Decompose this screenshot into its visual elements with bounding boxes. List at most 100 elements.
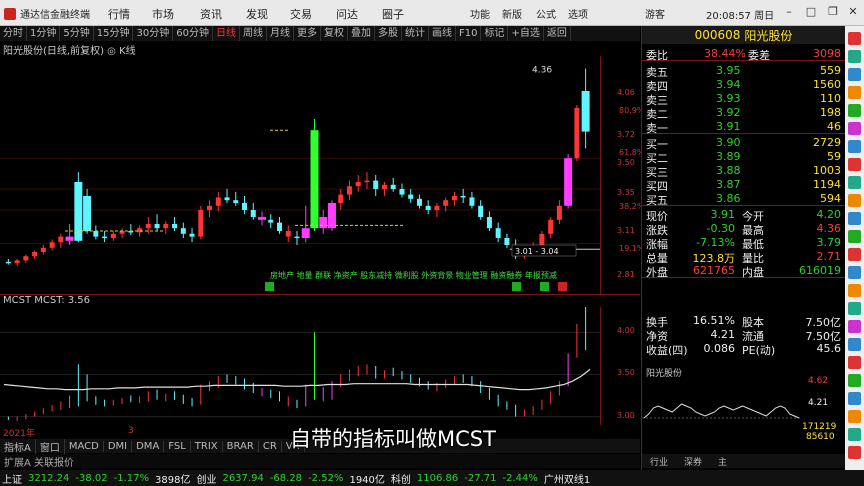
toolbar-item-3[interactable]: 15分钟 <box>94 26 134 41</box>
book-row[interactable]: 卖三 3.93 110 <box>642 92 845 107</box>
side-tool-icon[interactable] <box>848 32 861 45</box>
toolbar-item-6[interactable]: 日线 <box>213 26 240 41</box>
book-row[interactable]: 卖一 3.91 46 <box>642 120 845 135</box>
side-tool-icon[interactable] <box>848 212 861 225</box>
toolbar-item-4[interactable]: 30分钟 <box>133 26 174 41</box>
extension-bar[interactable]: 扩展A 关联报价 <box>0 454 640 469</box>
book-row[interactable]: 买五 3.86 594 <box>642 192 845 207</box>
quote-panel: 000608 阳光股份 委比 38.44% 委差 3098 阳光股份 4.62 … <box>641 26 845 470</box>
toolbar-item-8[interactable]: 月线 <box>267 26 294 41</box>
indicator-tab-2[interactable]: MACD <box>65 440 104 452</box>
side-tool-icon[interactable] <box>848 50 861 63</box>
menu-5[interactable]: 问达 <box>336 6 358 22</box>
signal-marker[interactable] <box>540 282 549 291</box>
side-tool-icon[interactable] <box>848 302 861 315</box>
right-tab-2[interactable]: 主 <box>710 454 735 468</box>
chart-header: 阳光股份(日线,前复权) ◎ K线 <box>3 46 136 57</box>
menu-4[interactable]: 交易 <box>290 6 312 22</box>
menu-2[interactable]: 资讯 <box>200 6 222 22</box>
signal-marker[interactable] <box>512 282 521 291</box>
menu-6[interactable]: 圈子 <box>382 6 404 22</box>
toolbar-item-5[interactable]: 60分钟 <box>173 26 213 41</box>
menu-right-0[interactable]: 功能 <box>470 6 490 21</box>
restore-icon[interactable]: ❐ <box>826 5 840 19</box>
toolbar-item-15[interactable]: F10 <box>456 26 482 41</box>
toolbar-item-7[interactable]: 周线 <box>240 26 267 41</box>
right-tab-0[interactable]: 行业 <box>642 454 676 468</box>
toolbar-item-1[interactable]: 1分钟 <box>27 26 61 41</box>
range-label: 3.01 - 3.04 <box>515 247 559 256</box>
indicator-tab-1[interactable]: 窗口 <box>36 438 65 454</box>
minimize-icon[interactable]: – <box>782 5 796 19</box>
side-tool-icon[interactable] <box>848 176 861 189</box>
side-tool-icon[interactable] <box>848 140 861 153</box>
toolbar-item-18[interactable]: 返回 <box>544 26 571 41</box>
side-tool-icon[interactable] <box>848 284 861 297</box>
close-icon[interactable]: ✕ <box>846 5 860 19</box>
side-tool-icon[interactable] <box>848 374 861 387</box>
side-tool-icon[interactable] <box>848 194 861 207</box>
side-tool-icon[interactable] <box>848 428 861 441</box>
side-tool-icon[interactable] <box>848 122 861 135</box>
side-tool-icon[interactable] <box>848 266 861 279</box>
book-row[interactable]: 卖二 3.92 198 <box>642 106 845 121</box>
candle <box>574 105 580 161</box>
candle <box>581 68 590 149</box>
right-tab-1[interactable]: 深券 <box>676 454 710 468</box>
price-tick: 3.50 <box>617 158 635 167</box>
side-tool-icon[interactable] <box>848 158 861 171</box>
candle <box>301 205 310 243</box>
indicator-tab-3[interactable]: DMI <box>104 440 133 452</box>
signal-marker[interactable] <box>558 282 567 291</box>
menu-0[interactable]: 行情 <box>108 6 130 22</box>
app-logo-icon <box>4 7 16 20</box>
toolbar-item-13[interactable]: 统计 <box>402 26 429 41</box>
toolbar-item-17[interactable]: +自选 <box>508 26 544 41</box>
side-tool-icon[interactable] <box>848 104 861 117</box>
indicator-tab-8[interactable]: CR <box>259 440 282 452</box>
candle <box>268 214 274 229</box>
side-tool-icon[interactable] <box>848 230 861 243</box>
book-row[interactable]: 卖五 3.95 559 <box>642 64 845 79</box>
side-tool-icon[interactable] <box>848 248 861 261</box>
book-row[interactable]: 买四 3.87 1194 <box>642 178 845 193</box>
side-tool-icon[interactable] <box>848 68 861 81</box>
side-tool-icon[interactable] <box>848 338 861 351</box>
mcst-chart[interactable] <box>0 307 600 425</box>
maximize-icon[interactable]: □ <box>804 5 818 19</box>
book-row[interactable]: 买三 3.88 1003 <box>642 164 845 179</box>
indicator-tab-0[interactable]: 指标A <box>0 438 36 454</box>
menu-1[interactable]: 市场 <box>152 6 174 22</box>
menu-3[interactable]: 发现 <box>246 6 268 22</box>
indicator-tab-7[interactable]: BRAR <box>223 440 259 452</box>
kline-chart[interactable]: 4.36 3.01 - 3.04 房地产 地量 群联 净资产 股东减持 微利股 外资… <box>0 56 600 294</box>
book-row[interactable]: 卖四 3.94 1560 <box>642 78 845 93</box>
toolbar-item-0[interactable]: 分时 <box>0 26 27 41</box>
side-tool-icon[interactable] <box>848 356 861 369</box>
indicator-tab-6[interactable]: TRIX <box>191 440 223 452</box>
toolbar-item-12[interactable]: 多股 <box>375 26 402 41</box>
side-tool-icon[interactable] <box>848 392 861 405</box>
signal-marker[interactable] <box>265 282 274 291</box>
toolbar-item-2[interactable]: 5分钟 <box>60 26 94 41</box>
side-tool-icon[interactable] <box>848 410 861 423</box>
side-tool-icon[interactable] <box>848 320 861 333</box>
toolbar-item-11[interactable]: 叠加 <box>348 26 375 41</box>
menu-right-3[interactable]: 选项 <box>568 6 588 21</box>
book-row[interactable]: 买一 3.90 2729 <box>642 136 845 151</box>
side-tool-icon[interactable] <box>848 86 861 99</box>
toolbar-item-9[interactable]: 更多 <box>294 26 321 41</box>
book-row[interactable]: 买二 3.89 59 <box>642 150 845 165</box>
fin-row: 收益(四) 0.086 PE(动) 45.6 <box>646 342 841 357</box>
indicator-tab-5[interactable]: FSL <box>164 440 191 452</box>
account-label[interactable]: 游客 <box>645 6 665 21</box>
indicator-tab-4[interactable]: DMA <box>132 440 165 452</box>
menu-right-2[interactable]: 公式 <box>536 6 556 21</box>
toolbar-item-10[interactable]: 复权 <box>321 26 348 41</box>
video-subtitle: 自带的指标叫做MCST <box>290 427 496 451</box>
status-item: -2.52% <box>308 472 344 484</box>
toolbar-item-14[interactable]: 画线 <box>429 26 456 41</box>
toolbar-item-16[interactable]: 标记 <box>481 26 509 41</box>
side-tool-icon[interactable] <box>848 446 861 459</box>
menu-right-1[interactable]: 新版 <box>502 6 522 21</box>
